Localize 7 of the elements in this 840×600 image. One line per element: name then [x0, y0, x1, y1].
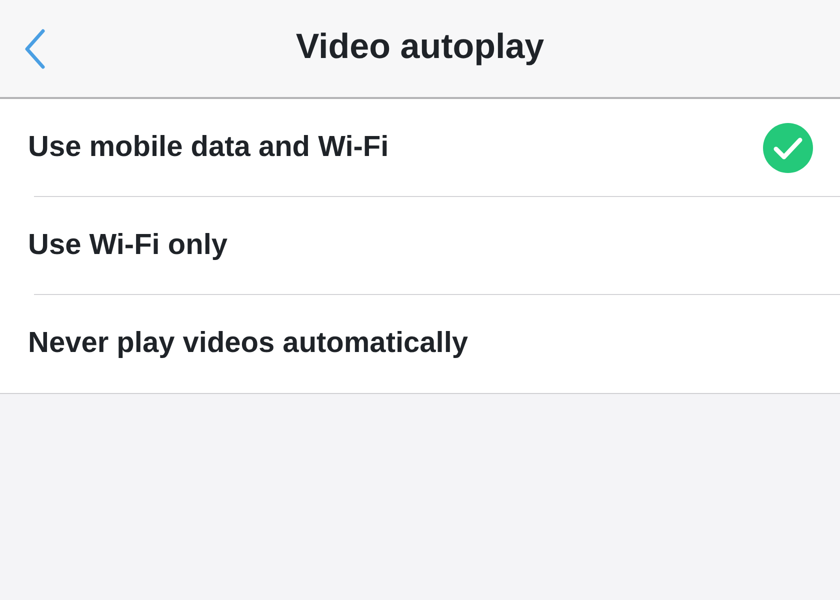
screen-title: Video autoplay: [296, 26, 544, 68]
back-button[interactable]: [22, 26, 48, 70]
option-label: Use Wi-Fi only: [28, 228, 228, 263]
checkmark-icon: [763, 122, 813, 172]
back-icon: [23, 28, 47, 68]
option-label: Use mobile data and Wi-Fi: [28, 130, 389, 165]
option-label: Never play videos automatically: [28, 326, 468, 362]
